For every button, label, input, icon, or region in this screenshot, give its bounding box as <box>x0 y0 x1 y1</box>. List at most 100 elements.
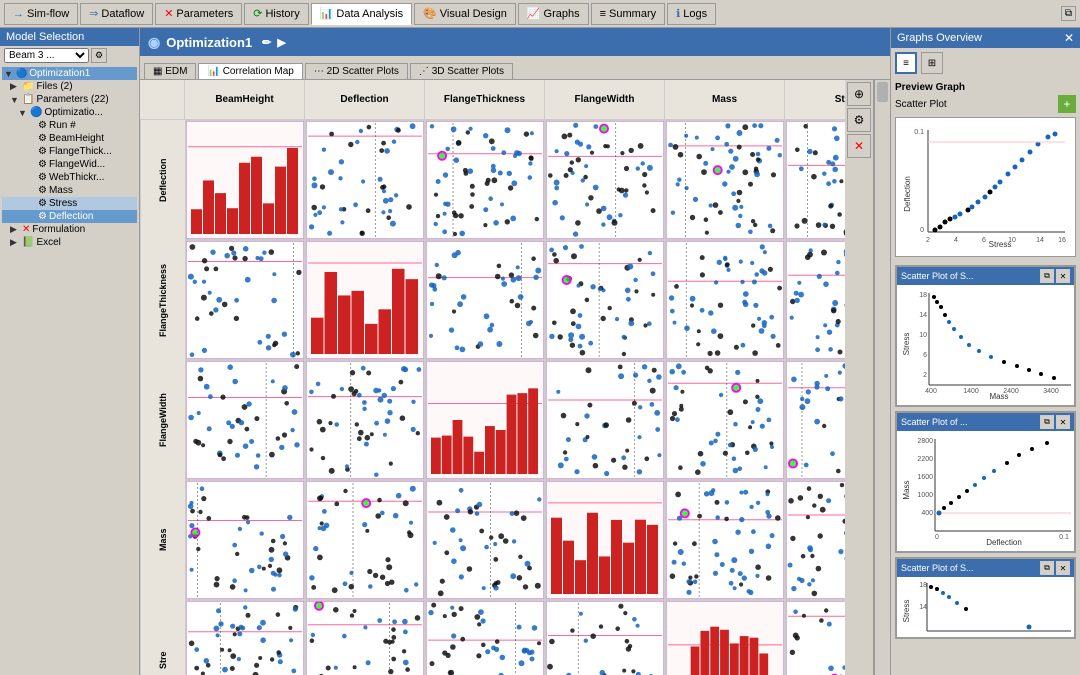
scatter-cell-4-4[interactable] <box>665 600 785 675</box>
tab-summary[interactable]: ≡ Summary <box>591 3 665 25</box>
scatter-cell-4-5[interactable] <box>785 600 845 675</box>
tab-dataflow[interactable]: ⇒ Dataflow <box>80 3 153 25</box>
mini-graph-1-restore[interactable]: ⧉ <box>1040 269 1054 283</box>
tab-sim-flow[interactable]: → Sim-flow <box>4 3 78 25</box>
mini-graph-2-restore[interactable]: ⧉ <box>1040 415 1054 429</box>
scatter-cell-4-2[interactable] <box>425 600 545 675</box>
tree-item-deflection[interactable]: ▶ ⚙ Deflection <box>2 210 137 223</box>
scatter-cell-2-3[interactable] <box>545 360 665 480</box>
add-graph-btn[interactable]: + <box>1058 95 1076 113</box>
svg-text:Deflection: Deflection <box>986 538 1022 547</box>
scatter-cell-4-3[interactable] <box>545 600 665 675</box>
mini-graph-1-close[interactable]: ✕ <box>1056 269 1070 283</box>
svg-text:Deflection: Deflection <box>903 176 912 212</box>
mini-graph-3-restore[interactable]: ⧉ <box>1040 561 1054 575</box>
scatter-cell-3-4[interactable] <box>665 480 785 600</box>
tab-data-analysis[interactable]: 📊 Data Analysis <box>311 3 412 25</box>
mini-graph-1-title: Scatter Plot of S... <box>901 271 974 281</box>
tab-graphs[interactable]: 📈 Graphs <box>518 3 589 25</box>
tab-3d-scatter[interactable]: ⋰ 3D Scatter Plots <box>410 63 513 79</box>
svg-text:Stress: Stress <box>902 333 911 356</box>
close-graphs-overview[interactable]: ✕ <box>1064 31 1074 45</box>
model-selector-row: Beam 3 ... ⚙ <box>0 46 139 65</box>
mass-icon: ⚙ <box>38 185 47 196</box>
scatter-cell-2-0[interactable] <box>185 360 305 480</box>
col-header-4: Mass <box>665 80 785 120</box>
row-header-0: Deflection <box>140 120 185 240</box>
tree-item-parameters[interactable]: ▼ 📋 Parameters (22) <box>2 93 137 106</box>
tree-item-run[interactable]: ▶ ⚙ Run # <box>2 119 137 132</box>
scatter-cell-0-1[interactable] <box>305 120 425 240</box>
mini-graph-2-close[interactable]: ✕ <box>1056 415 1070 429</box>
scatter-cell-3-0[interactable] <box>185 480 305 600</box>
expand-icon: ▼ <box>4 69 14 79</box>
right-toolbar: ⊕ ⚙ ✕ <box>845 80 874 675</box>
settings-tool[interactable]: ⚙ <box>847 108 871 132</box>
tree-item-stress[interactable]: ▶ ⚙ Stress <box>2 197 137 210</box>
scatter-cell-1-1[interactable] <box>305 240 425 360</box>
tab-parameters[interactable]: ✕ Parameters <box>155 3 242 25</box>
scatter-cell-1-5[interactable] <box>785 240 845 360</box>
scatter-cell-2-5[interactable] <box>785 360 845 480</box>
tab-logs[interactable]: ℹ Logs <box>667 3 716 25</box>
tree-item-beamheight[interactable]: ▶ ⚙ BeamHeight <box>2 132 137 145</box>
tree-item-flangethick[interactable]: ▶ ⚙ FlangeThick... <box>2 145 137 158</box>
svg-text:400: 400 <box>925 388 937 395</box>
svg-text:Mass: Mass <box>902 480 911 499</box>
scatter-cell-1-4[interactable] <box>665 240 785 360</box>
tab-visual-design[interactable]: 🎨 Visual Design <box>414 3 516 25</box>
edit-icon[interactable]: ✏ <box>262 36 271 49</box>
model-select-dropdown[interactable]: Beam 3 ... <box>4 48 89 63</box>
tab-edm[interactable]: ▦ EDM <box>144 63 196 79</box>
deflection-icon: ⚙ <box>38 211 47 222</box>
mini-graph-2-svg: Mass Deflection 2800 2200 1600 1000 400 … <box>899 433 1077 549</box>
model-select-btn[interactable]: ⚙ <box>91 48 107 63</box>
tree-item-flangewidth[interactable]: ▶ ⚙ FlangeWid... <box>2 158 137 171</box>
scatter-cell-3-3[interactable] <box>545 480 665 600</box>
mini-graph-3-close[interactable]: ✕ <box>1056 561 1070 575</box>
scatter-cell-0-5[interactable] <box>785 120 845 240</box>
tab-correlation-map[interactable]: 📊 Correlation Map <box>198 63 302 79</box>
scatter-cell-4-0[interactable] <box>185 600 305 675</box>
model-selection-title: Model Selection <box>0 28 139 46</box>
list-view-btn[interactable]: ≡ <box>895 52 917 74</box>
svg-text:3400: 3400 <box>1043 388 1059 395</box>
tab-history[interactable]: ⟳ History <box>244 3 308 25</box>
restore-button[interactable]: ⧉ <box>1061 6 1076 21</box>
left-panel: Model Selection Beam 3 ... ⚙ ▼ 🔵 Optimiz… <box>0 28 140 675</box>
tree-item-excel[interactable]: ▶ 📗 Excel <box>2 236 137 249</box>
tree-item-opt-node[interactable]: ▼ 🔵 Optimizatio... <box>2 106 137 119</box>
scatter-cell-0-0[interactable] <box>185 120 305 240</box>
scatter-cell-1-3[interactable] <box>545 240 665 360</box>
scatter-cell-2-2[interactable] <box>425 360 545 480</box>
tree-item-formulation[interactable]: ▶ ✕ Formulation <box>2 223 137 236</box>
scatter-cell-4-1[interactable] <box>305 600 425 675</box>
mini-graph-1-header: Scatter Plot of S... ⧉ ✕ <box>897 267 1074 285</box>
mini-graph-3-header: Scatter Plot of S... ⧉ ✕ <box>897 559 1074 577</box>
filter-tool[interactable]: ✕ <box>847 134 871 158</box>
vertical-scrollbar[interactable] <box>874 80 890 675</box>
tab-2d-scatter[interactable]: ⋯ 2D Scatter Plots <box>305 63 408 79</box>
scatter-cell-0-2[interactable] <box>425 120 545 240</box>
scatter-cell-1-2[interactable] <box>425 240 545 360</box>
scatter-cell-3-2[interactable] <box>425 480 545 600</box>
scatter-cell-0-3[interactable] <box>545 120 665 240</box>
grid-view-btn[interactable]: ⊞ <box>921 52 943 74</box>
mini-graph-1-body: Stress Mass 18 14 10 6 2 400 1400 2400 3… <box>897 285 1074 405</box>
scatter-cell-2-4[interactable] <box>665 360 785 480</box>
svg-text:2200: 2200 <box>917 456 933 463</box>
svg-text:400: 400 <box>921 510 933 517</box>
tree-item-optimization1[interactable]: ▼ 🔵 Optimization1 <box>2 67 137 80</box>
cursor-tool[interactable]: ⊕ <box>847 82 871 106</box>
tree-item-files[interactable]: ▶ 📁 Files (2) <box>2 80 137 93</box>
graphs-overview-scroll[interactable]: Preview Graph Scatter Plot + Deflection … <box>891 78 1080 675</box>
scatter-cell-3-5[interactable] <box>785 480 845 600</box>
svg-text:2: 2 <box>926 237 930 244</box>
tree-item-mass[interactable]: ▶ ⚙ Mass <box>2 184 137 197</box>
scatter-cell-3-1[interactable] <box>305 480 425 600</box>
scatter-cell-1-0[interactable] <box>185 240 305 360</box>
scatter-cell-0-4[interactable] <box>665 120 785 240</box>
tree-item-webthick[interactable]: ▶ ⚙ WebThickr... <box>2 171 137 184</box>
scatter-cell-2-1[interactable] <box>305 360 425 480</box>
center-title-icon: ◉ <box>148 34 160 51</box>
